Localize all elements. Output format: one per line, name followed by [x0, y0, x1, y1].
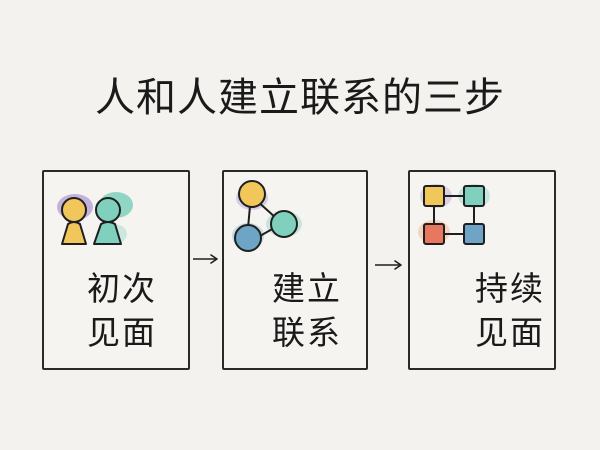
step-card-build-connection: 建立 联系 [222, 170, 368, 370]
arrow-right-icon [193, 254, 218, 264]
step-2-label-line-1: 建立 [272, 269, 342, 308]
step-3-label-line-2: 见面 [475, 313, 545, 352]
step-1-label-line-2: 见面 [87, 313, 157, 352]
arrow-right-icon [375, 260, 402, 270]
step-1-label-line-1: 初次 [87, 269, 157, 308]
diagram-title: 人和人建立联系的三步 [95, 75, 505, 121]
step-card-keep-meeting: 持续 见面 [408, 170, 556, 370]
step-card-first-meeting: 初次 见面 [42, 170, 190, 370]
grid-network-icon [418, 184, 490, 245]
step-3-label-line-1: 持续 [475, 269, 545, 308]
step-2-label-line-2: 联系 [272, 313, 342, 352]
two-people-icon [57, 192, 133, 245]
network-nodes-icon [232, 180, 302, 252]
